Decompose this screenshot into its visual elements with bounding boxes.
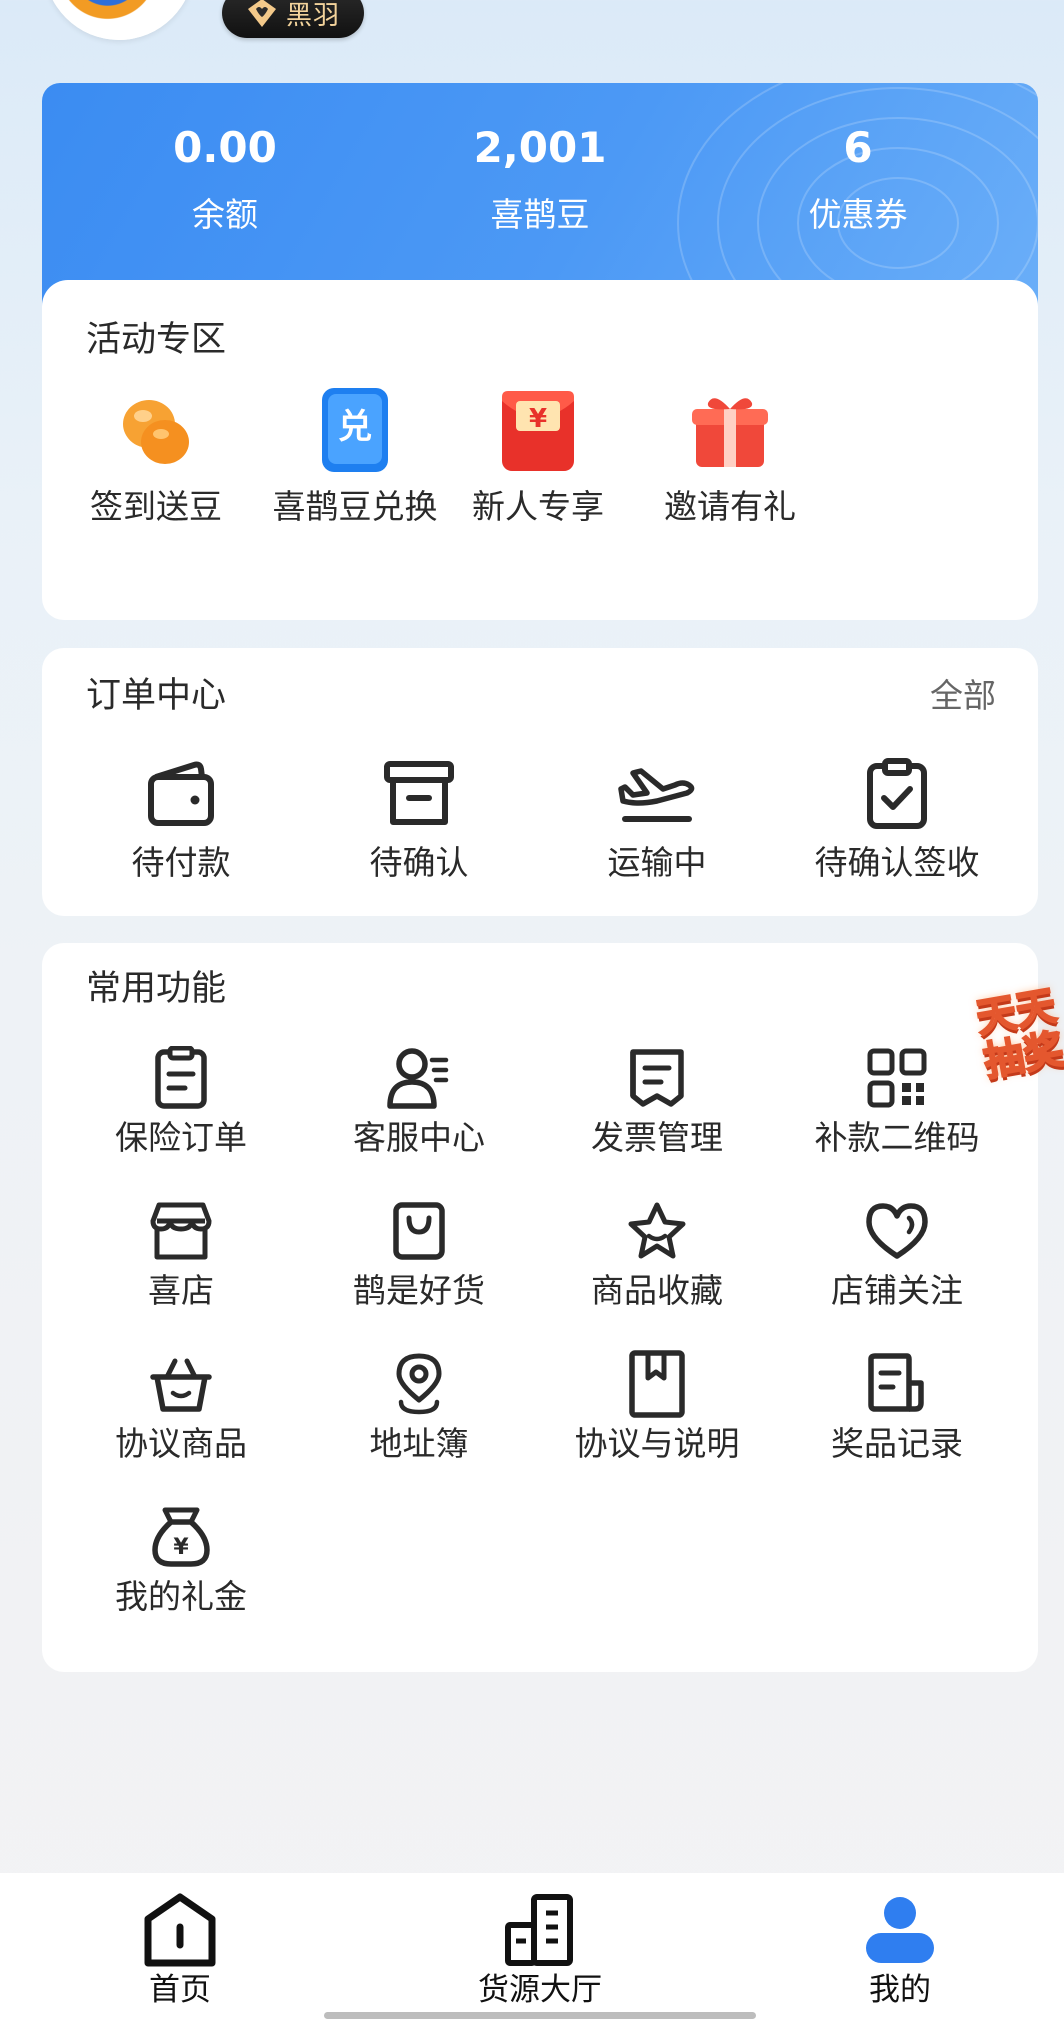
money-bag-icon: ¥: [136, 1502, 226, 1572]
function-address-book[interactable]: 地址簿: [319, 1349, 519, 1465]
function-label: 协议与说明: [574, 1424, 740, 1463]
customer-service-icon: [374, 1043, 464, 1113]
stat-value: 0.00: [173, 123, 277, 172]
activity-invite[interactable]: 邀请有礼: [630, 386, 830, 528]
bottom-tab-bar: 首页 货源大厅 我的: [0, 1873, 1064, 2024]
airplane-icon: [612, 756, 702, 832]
building-icon: [500, 1891, 580, 1971]
function-customer-service[interactable]: 客服中心: [319, 1043, 519, 1159]
function-my-gift-money[interactable]: ¥ 我的礼金: [81, 1502, 281, 1618]
basket-icon: [136, 1349, 226, 1419]
red-envelope-icon: ¥: [493, 386, 583, 476]
activity-label: 新人专享: [472, 487, 604, 526]
function-label: 鹊是好货: [353, 1271, 485, 1310]
stat-coupons[interactable]: 6 优惠券: [728, 123, 988, 235]
activity-label: 邀请有礼: [664, 487, 796, 526]
function-label: 商品收藏: [591, 1271, 723, 1310]
svg-text:¥: ¥: [173, 1535, 189, 1560]
order-status-label: 待确认: [369, 843, 469, 882]
order-status-label: 待确认签收: [814, 843, 980, 882]
function-product-favorites[interactable]: 商品收藏: [557, 1196, 757, 1312]
function-store-follows[interactable]: 店铺关注: [797, 1196, 997, 1312]
order-pending-receipt[interactable]: 待确认签收: [797, 756, 997, 884]
activity-label: 喜鹊豆兑换: [272, 487, 438, 526]
heart-icon: [852, 1196, 942, 1266]
bookmark-book-icon: [612, 1349, 702, 1419]
member-badge[interactable]: 黑羽: [222, 0, 364, 38]
function-insurance-orders[interactable]: 保险订单: [81, 1043, 281, 1159]
function-label: 地址簿: [369, 1424, 469, 1463]
account-stats-panel: 0.00 余额 2,001 喜鹊豆 6 优惠券: [42, 83, 1038, 308]
common-functions-card: 常用功能 保险订单 客服中心 发票管理 补款二维码 喜店 鹊是好货 商品收藏 店…: [42, 943, 1038, 1672]
home-icon: [140, 1891, 220, 1971]
function-label: 奖品记录: [831, 1424, 963, 1463]
activities-card: 活动专区 签到送豆 兑 喜鹊豆兑换 ¥ 新人专享 邀请有礼: [42, 280, 1038, 620]
stat-balance[interactable]: 0.00 余额: [95, 123, 355, 235]
record-icon: [852, 1349, 942, 1419]
function-label: 协议商品: [115, 1424, 247, 1463]
function-invoice-management[interactable]: 发票管理: [557, 1043, 757, 1159]
order-in-transit[interactable]: 运输中: [557, 756, 757, 884]
activity-bean-exchange[interactable]: 兑 喜鹊豆兑换: [255, 386, 455, 528]
common-functions-title: 常用功能: [86, 969, 227, 1009]
svg-text:¥: ¥: [529, 404, 547, 434]
store-icon: [136, 1196, 226, 1266]
order-status-label: 运输中: [607, 843, 707, 882]
order-pending-confirm[interactable]: 待确认: [319, 756, 519, 884]
function-label: 我的礼金: [115, 1577, 247, 1616]
wallet-icon: [136, 756, 226, 832]
activities-title: 活动专区: [86, 320, 227, 360]
orders-view-all-link[interactable]: 全部: [930, 674, 996, 718]
order-center-card: 订单中心 全部 待付款 待确认 运输中 待确认签收: [42, 648, 1038, 916]
function-agreement-products[interactable]: 协议商品: [81, 1349, 281, 1465]
tab-mine[interactable]: 我的: [800, 1891, 1000, 2009]
tab-label: 首页: [149, 1972, 211, 2008]
clipboard-check-icon: [852, 756, 942, 832]
gift-icon: [685, 386, 775, 476]
function-label: 店铺关注: [831, 1271, 963, 1310]
user-icon: [860, 1891, 940, 1971]
shopping-bag-icon: [374, 1196, 464, 1266]
stat-value: 6: [843, 123, 873, 172]
stat-label: 喜鹊豆: [490, 195, 590, 234]
function-label: 客服中心: [353, 1118, 485, 1157]
invoice-icon: [612, 1043, 702, 1113]
stat-value: 2,001: [473, 123, 607, 172]
function-good-products[interactable]: 鹊是好货: [319, 1196, 519, 1312]
function-label: 发票管理: [591, 1118, 723, 1157]
tab-label: 货源大厅: [478, 1972, 602, 2008]
function-prize-records[interactable]: 奖品记录: [797, 1349, 997, 1465]
activity-checkin[interactable]: 签到送豆: [56, 386, 256, 528]
archive-box-icon: [374, 756, 464, 832]
activity-newcomer[interactable]: ¥ 新人专享: [438, 386, 638, 528]
function-agreements-and-notes[interactable]: 协议与说明: [557, 1349, 757, 1465]
function-label: 补款二维码: [814, 1118, 980, 1157]
order-center-title: 订单中心: [86, 676, 227, 716]
tab-home[interactable]: 首页: [80, 1891, 280, 2009]
tab-supply-hall[interactable]: 货源大厅: [440, 1891, 640, 2009]
home-indicator: [324, 2012, 756, 2019]
stat-label: 优惠券: [808, 195, 908, 234]
beans-icon: [111, 386, 201, 476]
avatar-image: [62, 0, 176, 40]
tab-label: 我的: [869, 1972, 931, 2008]
star-icon: [612, 1196, 702, 1266]
stat-label: 余额: [192, 195, 258, 234]
function-xi-store[interactable]: 喜店: [81, 1196, 281, 1312]
diamond-heart-icon: [244, 0, 280, 31]
avatar[interactable]: [44, 0, 194, 40]
qr-code-icon: [852, 1043, 942, 1113]
function-label: 保险订单: [115, 1118, 247, 1157]
exchange-icon: 兑: [310, 386, 400, 476]
member-badge-label: 黑羽: [286, 0, 341, 31]
svg-text:兑: 兑: [338, 407, 372, 447]
order-status-label: 待付款: [131, 843, 231, 882]
function-label: 喜店: [148, 1271, 214, 1310]
order-pending-payment[interactable]: 待付款: [81, 756, 281, 884]
document-icon: [136, 1043, 226, 1113]
stat-beans[interactable]: 2,001 喜鹊豆: [410, 123, 670, 235]
location-pin-icon: [374, 1349, 464, 1419]
activity-label: 签到送豆: [90, 487, 222, 526]
